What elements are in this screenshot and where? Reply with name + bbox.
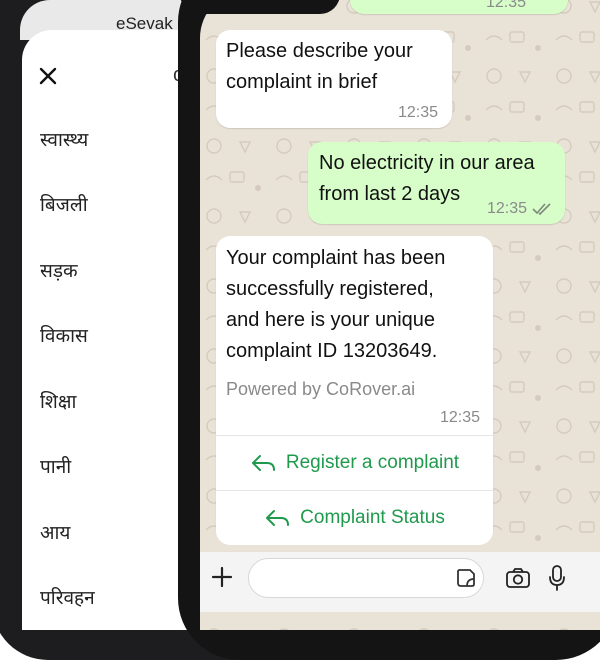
double-check-icon xyxy=(531,203,551,215)
message-input[interactable] xyxy=(248,558,484,598)
plus-icon[interactable] xyxy=(210,565,234,589)
message-line: from last 2 days xyxy=(319,183,461,205)
sidebar-item-health[interactable]: स्वास्थ्य xyxy=(40,126,88,152)
message-line: complaint in brief xyxy=(226,71,378,93)
message-line: No electricity in our area xyxy=(319,152,535,174)
message-line: Please describe your xyxy=(226,40,413,62)
sidebar-item-income[interactable]: आय xyxy=(40,519,70,545)
message-time-text: 12:35 xyxy=(487,200,528,217)
camera-icon[interactable] xyxy=(505,567,531,589)
previous-outgoing-bubble xyxy=(350,0,568,14)
mic-icon[interactable] xyxy=(548,564,566,592)
message-time: 12:35 xyxy=(398,104,439,121)
reply-icon xyxy=(266,510,290,526)
reply-icon xyxy=(251,455,275,471)
sidebar-item-electricity[interactable]: बिजली xyxy=(40,191,88,217)
button-label: Complaint Status xyxy=(300,507,445,528)
button-label: Register a complaint xyxy=(285,452,460,473)
close-icon[interactable] xyxy=(36,64,60,88)
sidebar-item-road[interactable]: सड़क xyxy=(40,257,78,283)
sidebar-item-education[interactable]: शिक्षा xyxy=(40,388,76,414)
message-line: successfully registered, xyxy=(226,278,434,300)
register-complaint-button[interactable]: Register a complaint xyxy=(216,435,493,490)
previous-message-time: 12:35 xyxy=(486,0,527,11)
message-line: complaint ID 13203649. xyxy=(226,340,438,362)
front-phone-notch xyxy=(180,0,340,14)
message-time: 12:35 xyxy=(440,409,481,426)
message-line: and here is your unique xyxy=(226,309,436,331)
message-line: Your complaint has been xyxy=(226,247,446,269)
message-time: 12:35 xyxy=(487,200,552,218)
complaint-status-button[interactable]: Complaint Status xyxy=(216,490,493,545)
sidebar-item-water[interactable]: पानी xyxy=(40,453,71,479)
sidebar-item-development[interactable]: विकास xyxy=(40,322,88,348)
sticker-icon[interactable] xyxy=(455,567,477,589)
powered-by-label: Powered by CoRover.ai xyxy=(226,379,416,399)
sidebar-item-transport[interactable]: परिवहन xyxy=(40,584,95,610)
